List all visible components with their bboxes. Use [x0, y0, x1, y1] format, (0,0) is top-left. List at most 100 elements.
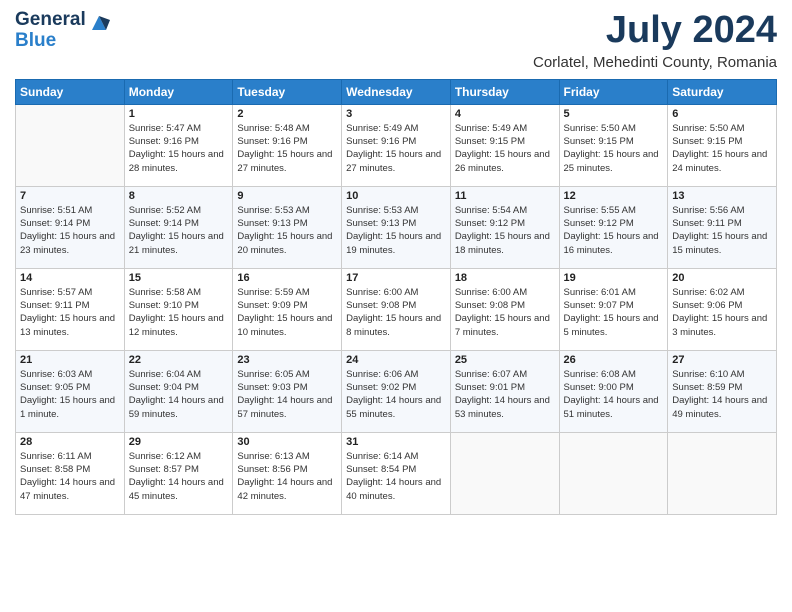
day-number: 6: [672, 108, 772, 120]
calendar-header-sunday: Sunday: [16, 79, 125, 104]
calendar-cell: 17 Sunrise: 6:00 AMSunset: 9:08 PMDayligh…: [342, 268, 451, 350]
day-info: Sunrise: 6:12 AMSunset: 8:57 PMDaylight:…: [129, 450, 229, 503]
calendar-cell: 26 Sunrise: 6:08 AMSunset: 9:00 PMDayligh…: [559, 350, 668, 432]
day-info: Sunrise: 6:02 AMSunset: 9:06 PMDaylight:…: [672, 286, 772, 339]
day-number: 26: [564, 354, 664, 366]
day-number: 19: [564, 272, 664, 284]
calendar-header-saturday: Saturday: [668, 79, 777, 104]
day-number: 29: [129, 436, 229, 448]
day-info: Sunrise: 5:47 AMSunset: 9:16 PMDaylight:…: [129, 122, 229, 175]
day-info: Sunrise: 5:50 AMSunset: 9:15 PMDaylight:…: [672, 122, 772, 175]
day-number: 28: [20, 436, 120, 448]
day-number: 27: [672, 354, 772, 366]
day-number: 20: [672, 272, 772, 284]
calendar-cell: 22 Sunrise: 6:04 AMSunset: 9:04 PMDayligh…: [124, 350, 233, 432]
calendar-cell: 31Sunrise: 6:14 AMSunset: 8:54 PMDayligh…: [342, 432, 451, 514]
title-section: July 2024 Corlatel, Mehedinti County, Ro…: [533, 10, 777, 71]
day-info: Sunrise: 5:53 AMSunset: 9:13 PMDaylight:…: [237, 204, 337, 257]
calendar-cell: 23 Sunrise: 6:05 AMSunset: 9:03 PMDayligh…: [233, 350, 342, 432]
calendar-cell: 29 Sunrise: 6:12 AMSunset: 8:57 PMDayligh…: [124, 432, 233, 514]
day-number: 12: [564, 190, 664, 202]
day-info: Sunrise: 6:07 AMSunset: 9:01 PMDaylight:…: [455, 368, 555, 421]
day-info: Sunrise: 5:48 AMSunset: 9:16 PMDaylight:…: [237, 122, 337, 175]
calendar-cell: 24 Sunrise: 6:06 AMSunset: 9:02 PMDayligh…: [342, 350, 451, 432]
day-info: Sunrise: 5:56 AMSunset: 9:11 PMDaylight:…: [672, 204, 772, 257]
day-info: Sunrise: 6:08 AMSunset: 9:00 PMDaylight:…: [564, 368, 664, 421]
calendar-cell: 16 Sunrise: 5:59 AMSunset: 9:09 PMDayligh…: [233, 268, 342, 350]
day-number: 30: [237, 436, 337, 448]
calendar-cell: 25 Sunrise: 6:07 AMSunset: 9:01 PMDayligh…: [450, 350, 559, 432]
day-info: Sunrise: 5:53 AMSunset: 9:13 PMDaylight:…: [346, 204, 446, 257]
calendar-week-5: 28 Sunrise: 6:11 AMSunset: 8:58 PMDayligh…: [16, 432, 777, 514]
calendar-cell: [668, 432, 777, 514]
calendar-cell: [559, 432, 668, 514]
day-info: Sunrise: 6:03 AMSunset: 9:05 PMDaylight:…: [20, 368, 120, 421]
calendar-cell: 5Sunrise: 5:50 AMSunset: 9:15 PMDaylight…: [559, 104, 668, 186]
day-info: Sunrise: 5:54 AMSunset: 9:12 PMDaylight:…: [455, 204, 555, 257]
calendar-cell: 12 Sunrise: 5:55 AMSunset: 9:12 PMDayligh…: [559, 186, 668, 268]
logo-icon: [88, 12, 110, 34]
calendar-header-tuesday: Tuesday: [233, 79, 342, 104]
calendar-cell: 11Sunrise: 5:54 AMSunset: 9:12 PMDayligh…: [450, 186, 559, 268]
day-number: 9: [237, 190, 337, 202]
day-number: 25: [455, 354, 555, 366]
calendar-cell: 19 Sunrise: 6:01 AMSunset: 9:07 PMDayligh…: [559, 268, 668, 350]
day-number: 7: [20, 190, 120, 202]
day-number: 31: [346, 436, 446, 448]
day-info: Sunrise: 6:13 AMSunset: 8:56 PMDaylight:…: [237, 450, 337, 503]
day-info: Sunrise: 6:11 AMSunset: 8:58 PMDaylight:…: [20, 450, 120, 503]
day-number: 16: [237, 272, 337, 284]
day-info: Sunrise: 6:00 AMSunset: 9:08 PMDaylight:…: [455, 286, 555, 339]
day-number: 23: [237, 354, 337, 366]
calendar: SundayMondayTuesdayWednesdayThursdayFrid…: [15, 79, 777, 515]
day-info: Sunrise: 5:50 AMSunset: 9:15 PMDaylight:…: [564, 122, 664, 175]
calendar-cell: 3Sunrise: 5:49 AMSunset: 9:16 PMDaylight…: [342, 104, 451, 186]
day-info: Sunrise: 5:57 AMSunset: 9:11 PMDaylight:…: [20, 286, 120, 339]
day-info: Sunrise: 6:05 AMSunset: 9:03 PMDaylight:…: [237, 368, 337, 421]
calendar-cell: 9 Sunrise: 5:53 AMSunset: 9:13 PMDaylight…: [233, 186, 342, 268]
calendar-cell: 14Sunrise: 5:57 AMSunset: 9:11 PMDayligh…: [16, 268, 125, 350]
calendar-cell: 2 Sunrise: 5:48 AMSunset: 9:16 PMDaylight…: [233, 104, 342, 186]
logo-general: General: [15, 10, 86, 31]
day-info: Sunrise: 6:00 AMSunset: 9:08 PMDaylight:…: [346, 286, 446, 339]
calendar-cell: 20 Sunrise: 6:02 AMSunset: 9:06 PMDayligh…: [668, 268, 777, 350]
day-number: 13: [672, 190, 772, 202]
day-info: Sunrise: 5:52 AMSunset: 9:14 PMDaylight:…: [129, 204, 229, 257]
day-info: Sunrise: 5:49 AMSunset: 9:16 PMDaylight:…: [346, 122, 446, 175]
day-info: Sunrise: 5:55 AMSunset: 9:12 PMDaylight:…: [564, 204, 664, 257]
day-number: 21: [20, 354, 120, 366]
day-number: 24: [346, 354, 446, 366]
calendar-header-thursday: Thursday: [450, 79, 559, 104]
month-title: July 2024: [533, 10, 777, 52]
calendar-cell: 27Sunrise: 6:10 AMSunset: 8:59 PMDayligh…: [668, 350, 777, 432]
header: General Blue July 2024 Corlatel, Mehedin…: [15, 10, 777, 71]
day-info: Sunrise: 5:58 AMSunset: 9:10 PMDaylight:…: [129, 286, 229, 339]
day-number: 2: [237, 108, 337, 120]
calendar-cell: [16, 104, 125, 186]
day-info: Sunrise: 5:49 AMSunset: 9:15 PMDaylight:…: [455, 122, 555, 175]
day-info: Sunrise: 6:01 AMSunset: 9:07 PMDaylight:…: [564, 286, 664, 339]
calendar-cell: 6 Sunrise: 5:50 AMSunset: 9:15 PMDaylight…: [668, 104, 777, 186]
day-number: 22: [129, 354, 229, 366]
calendar-cell: 15Sunrise: 5:58 AMSunset: 9:10 PMDayligh…: [124, 268, 233, 350]
calendar-week-1: 1 Sunrise: 5:47 AMSunset: 9:16 PMDaylight…: [16, 104, 777, 186]
day-info: Sunrise: 5:59 AMSunset: 9:09 PMDaylight:…: [237, 286, 337, 339]
calendar-week-4: 21 Sunrise: 6:03 AMSunset: 9:05 PMDayligh…: [16, 350, 777, 432]
calendar-cell: 8Sunrise: 5:52 AMSunset: 9:14 PMDaylight…: [124, 186, 233, 268]
day-number: 17: [346, 272, 446, 284]
calendar-header-monday: Monday: [124, 79, 233, 104]
logo-text: General Blue: [15, 10, 86, 52]
calendar-cell: 1 Sunrise: 5:47 AMSunset: 9:16 PMDaylight…: [124, 104, 233, 186]
calendar-cell: 30 Sunrise: 6:13 AMSunset: 8:56 PMDayligh…: [233, 432, 342, 514]
day-number: 1: [129, 108, 229, 120]
day-info: Sunrise: 6:06 AMSunset: 9:02 PMDaylight:…: [346, 368, 446, 421]
calendar-cell: 7 Sunrise: 5:51 AMSunset: 9:14 PMDaylight…: [16, 186, 125, 268]
day-info: Sunrise: 6:04 AMSunset: 9:04 PMDaylight:…: [129, 368, 229, 421]
calendar-header-row: SundayMondayTuesdayWednesdayThursdayFrid…: [16, 79, 777, 104]
logo: General Blue: [15, 10, 110, 52]
calendar-cell: 4 Sunrise: 5:49 AMSunset: 9:15 PMDaylight…: [450, 104, 559, 186]
day-number: 4: [455, 108, 555, 120]
calendar-cell: 10Sunrise: 5:53 AMSunset: 9:13 PMDayligh…: [342, 186, 451, 268]
location-title: Corlatel, Mehedinti County, Romania: [533, 54, 777, 71]
day-info: Sunrise: 5:51 AMSunset: 9:14 PMDaylight:…: [20, 204, 120, 257]
